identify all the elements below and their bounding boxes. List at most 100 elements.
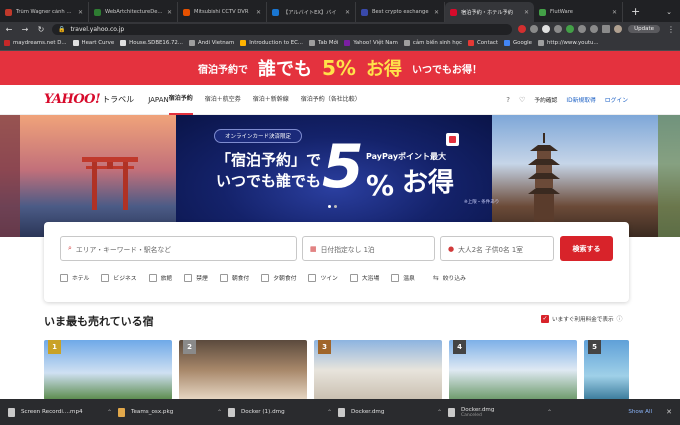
download-item[interactable]: Teams_osx.pkg ⌃ <box>118 399 228 425</box>
chevron-up-icon[interactable]: ⌃ <box>547 409 552 416</box>
bookmark-item[interactable]: http://www.youtu... <box>538 40 599 46</box>
download-item[interactable]: Docker.dmg Canceled ⌃ <box>448 399 558 425</box>
date-input[interactable]: ▦ 日付指定なし 1泊 <box>302 236 435 261</box>
bookmark-item[interactable]: cảm biến sinh học <box>403 40 462 46</box>
search-button[interactable]: 検索する <box>560 236 613 261</box>
filter-ryokan[interactable]: 旅館 <box>148 273 172 282</box>
extension-icon[interactable] <box>566 25 575 33</box>
close-icon[interactable]: ✕ <box>524 9 529 16</box>
download-item[interactable]: Docker.dmg ⌃ <box>338 399 448 425</box>
sidebar-icon[interactable] <box>602 25 611 33</box>
guests-input[interactable]: ● 大人2名 子供0名 1室 <box>440 236 554 261</box>
browser-tab[interactable]: WebArtchitectureDesign ✕ <box>89 2 178 22</box>
update-button[interactable]: Update <box>628 25 660 33</box>
checkbox-checked[interactable]: ✓ <box>541 314 549 323</box>
checkbox[interactable] <box>349 273 358 282</box>
checkbox[interactable] <box>184 273 193 282</box>
chevron-up-icon[interactable]: ⌃ <box>437 409 442 416</box>
checkbox[interactable] <box>261 273 270 282</box>
close-icon[interactable]: ✕ <box>345 9 350 16</box>
extension-icon[interactable] <box>542 25 551 33</box>
bookmark-item[interactable]: Heart Curve <box>72 40 114 46</box>
filter-onsen[interactable]: 温泉 <box>391 273 415 282</box>
carousel-dot[interactable] <box>328 205 331 208</box>
bookmark-item[interactable]: House.SDBE16.72... <box>120 40 183 46</box>
bookmark-item[interactable]: Andi Vietnam <box>189 40 234 46</box>
login-link[interactable]: ログイン <box>605 95 628 104</box>
browser-tab-active[interactable]: 宿泊予約・ホテル予約 ✕ <box>445 2 534 22</box>
checkbox[interactable] <box>219 273 228 282</box>
hotel-card[interactable]: 3 <box>314 340 442 400</box>
carousel-dot[interactable] <box>334 205 337 208</box>
price-toggle[interactable]: ✓ いますぐ利用料金で表示 ⓘ <box>541 314 623 323</box>
help-icon[interactable]: ⓘ <box>617 314 623 323</box>
hotel-card[interactable]: 4 <box>449 340 577 400</box>
show-all-link[interactable]: Show All <box>628 409 652 415</box>
checkbox[interactable] <box>60 273 68 282</box>
hotel-card[interactable]: 1 <box>44 340 172 400</box>
yahoo-travel-logo[interactable]: YAHOO! トラベル <box>44 93 134 106</box>
chevron-up-icon[interactable]: ⌃ <box>107 409 112 416</box>
bookmark-item[interactable]: Introduction to EC... <box>240 40 303 46</box>
tab-search-chevron-icon[interactable]: ⌄ <box>658 2 680 22</box>
puzzle-icon[interactable] <box>590 25 599 33</box>
filter-twin[interactable]: ツイン <box>308 273 338 282</box>
chevron-up-icon[interactable]: ⌃ <box>217 409 222 416</box>
reload-icon[interactable]: ↻ <box>36 25 46 34</box>
bookmark-item[interactable]: Google <box>503 40 532 46</box>
filter-nonsmoking[interactable]: 禁煙 <box>184 273 208 282</box>
forward-arrow-icon[interactable]: → <box>20 25 30 34</box>
checkbox[interactable] <box>148 273 157 282</box>
nav-hotel-flight[interactable]: 宿泊＋航空券 <box>205 85 241 115</box>
bookmark-item[interactable]: Yahoo! Việt Nam <box>344 40 398 46</box>
filter-dinner-breakfast[interactable]: 夕朝食付 <box>261 273 296 282</box>
hero-carousel[interactable]: オンラインカード決済限定 「宿泊予約」で いつでも誰でも 5 PayPayポイン… <box>0 115 680 237</box>
help-icon[interactable]: ? <box>506 96 510 104</box>
promo-banner[interactable]: 宿泊予約で 誰でも 5% お得 いつでもお得！ <box>0 51 680 85</box>
register-link[interactable]: ID新規取得 <box>566 95 595 104</box>
browser-tab[interactable]: 【アルバイトEX】バイ ✕ <box>267 2 356 22</box>
close-icon[interactable]: ✕ <box>666 408 672 416</box>
checkbox[interactable] <box>101 273 110 282</box>
extension-icon[interactable] <box>530 25 539 33</box>
extension-icon[interactable] <box>554 25 563 33</box>
extension-icon[interactable] <box>518 25 527 33</box>
address-bar[interactable]: 🔒 travel.yahoo.co.jp <box>52 23 513 35</box>
browser-tab[interactable]: Best crypto exchange ✕ <box>356 2 445 22</box>
heart-icon[interactable]: ♡ <box>519 96 525 104</box>
nav-hotel-booking[interactable]: 宿泊予約 <box>168 85 193 115</box>
hotel-card[interactable]: 5 <box>584 340 629 400</box>
filter-hotel[interactable]: ホテル <box>60 273 89 282</box>
filter-large-bath[interactable]: 大浴場 <box>349 273 379 282</box>
bookmark-item[interactable]: Tab Mới <box>309 40 338 46</box>
reservation-check-link[interactable]: 予約確認 <box>534 95 557 104</box>
new-tab-plus-icon[interactable]: + <box>623 2 648 22</box>
bookmark-item[interactable]: maydreams.net D... <box>4 40 67 46</box>
avatar[interactable] <box>614 25 623 33</box>
close-icon[interactable]: ✕ <box>434 9 439 16</box>
checkbox[interactable] <box>391 273 400 282</box>
browser-tab[interactable]: FlutWare ✕ <box>534 2 623 22</box>
checkbox[interactable] <box>308 273 317 282</box>
hotel-card[interactable]: 2 <box>179 340 307 400</box>
lock-icon[interactable]: 🔒 <box>58 26 65 33</box>
download-item[interactable]: Docker (1).dmg ⌃ <box>228 399 338 425</box>
kebab-menu-icon[interactable]: ⋮ <box>666 25 676 34</box>
browser-tab[interactable]: Trùm Wagner cảnh báo ✕ <box>0 2 89 22</box>
close-icon[interactable]: ✕ <box>256 9 261 16</box>
extension-icon[interactable] <box>578 25 587 33</box>
chevron-up-icon[interactable]: ⌃ <box>327 409 332 416</box>
browser-tab[interactable]: Mitsubishi CCTV DVR ✕ <box>178 2 267 22</box>
close-icon[interactable]: ✕ <box>167 9 172 16</box>
bookmark-item[interactable]: Contact <box>468 40 498 46</box>
filter-breakfast[interactable]: 朝食付 <box>219 273 249 282</box>
keyword-input[interactable]: ⌕ エリア・キーワード・駅名など <box>60 236 297 261</box>
filter-business[interactable]: ビジネス <box>101 273 137 282</box>
close-icon[interactable]: ✕ <box>612 9 617 16</box>
narrow-down-button[interactable]: ⇆ 絞り込み <box>433 273 466 283</box>
nav-hotel-compare[interactable]: 宿泊予約（各社比較） <box>301 85 361 115</box>
nav-hotel-shinkansen[interactable]: 宿泊＋新幹線 <box>253 85 289 115</box>
back-arrow-icon[interactable]: ← <box>4 25 14 34</box>
download-item[interactable]: Screen Recordi....mp4 ⌃ <box>8 399 118 425</box>
close-icon[interactable]: ✕ <box>78 9 83 16</box>
